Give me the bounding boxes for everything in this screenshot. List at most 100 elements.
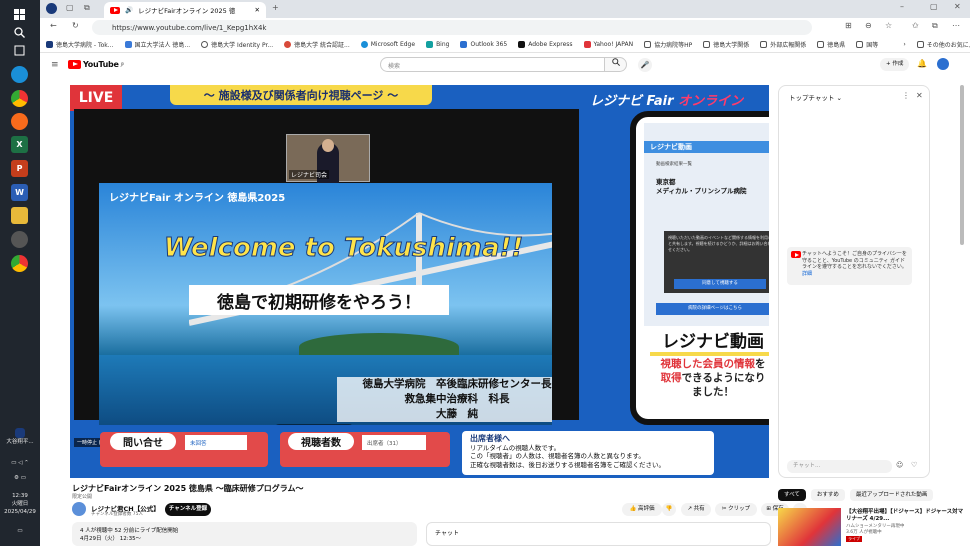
share-button[interactable]: ↗ 共有 (681, 503, 711, 516)
chat-mode-dropdown[interactable]: トップチャット ⌄ (789, 92, 842, 102)
tab-youtube[interactable]: 🔊 レジナビFairオンライン 2025 徳 ✕ (104, 2, 266, 18)
browser-window: ▢ ⧉ 🔊 レジナビFairオンライン 2025 徳 ✕ + – ▢ ✕ ← ↻… (40, 0, 970, 546)
video-thumbnail[interactable] (778, 508, 841, 546)
back-icon[interactable]: ← (50, 21, 57, 30)
taskbar-user-label[interactable]: 大谷翔平... (0, 438, 40, 446)
bookmark-item[interactable]: 徳島大学病院 - Tok... (46, 40, 114, 49)
edge-icon (360, 41, 368, 48)
minimize-icon[interactable]: – (900, 2, 904, 11)
mlb-icon[interactable] (15, 428, 25, 438)
chat-input[interactable]: チャット... (787, 460, 892, 473)
description-box[interactable]: 4 人が視聴中 52 分前にライブ配信開始 4月29日（火） 12:35〜 (72, 522, 417, 546)
channel-row: レジナビ君CH【公式】 チャンネル登録者数 75人 チャンネル登録 👍 高評価 … (72, 502, 807, 518)
word-icon[interactable]: W (11, 184, 28, 201)
url-field[interactable]: https://www.youtube.com/live/1_Kepg1hX4k (92, 20, 812, 35)
microphone-icon[interactable]: 🎤 (638, 58, 652, 72)
bookmark-item[interactable]: Adobe Express (518, 41, 573, 48)
phone-header: レジナビ動画 (644, 141, 769, 153)
new-tab-icon[interactable]: + (272, 3, 279, 12)
task-view-icon[interactable] (11, 42, 28, 59)
heart-icon[interactable]: ♡ (911, 461, 917, 469)
notifications-bell-icon[interactable]: 🔔 (917, 59, 927, 68)
apps-icon[interactable]: ⊞ (845, 21, 852, 30)
bookmark-item[interactable]: Yahoo! JAPAN (583, 41, 633, 48)
chrome-icon[interactable] (11, 90, 28, 107)
live-badge: LIVE (70, 85, 122, 111)
user-avatar[interactable] (937, 58, 949, 70)
tray-icons-2[interactable]: ⚙ ▭ (0, 474, 40, 482)
clock-date: 2025/04/29 (4, 509, 36, 515)
search-icon[interactable] (11, 24, 28, 41)
speaker-icon[interactable]: 🔊 (125, 6, 133, 14)
favorites-icon[interactable]: ✩ (912, 21, 919, 30)
bookmarks-overflow-icon[interactable]: › (903, 41, 905, 48)
bookmark-item[interactable]: Outlook 365 (460, 41, 507, 48)
bookmark-icon (284, 41, 292, 48)
close-window-icon[interactable]: ✕ (954, 2, 961, 11)
firefox-icon[interactable] (11, 113, 28, 130)
bookmark-item[interactable]: 国立大学法人 徳島... (124, 40, 190, 49)
presenter-face (322, 139, 334, 152)
like-button[interactable]: 👍 高評価 (622, 503, 662, 516)
bookmark-folder[interactable]: 徳島県 (817, 40, 845, 49)
chat-replay-panel: チャット (426, 522, 771, 546)
chip-all[interactable]: すべて (778, 489, 806, 501)
subscribe-button[interactable]: チャンネル登録 (165, 503, 211, 516)
viewers-label: 視聴者数 (288, 433, 354, 450)
file-explorer-icon[interactable] (11, 207, 28, 224)
bookmark-icon (46, 41, 53, 48)
visibility-tag: 限定公開 (72, 494, 93, 500)
phone-mockup: レジナビ動画 動画検索結果一覧 東京都 メディカル・プリンシプル病院 視聴いただ… (630, 111, 769, 425)
bookmark-folder[interactable]: 外部広報関係 (760, 40, 806, 49)
search-button[interactable] (605, 57, 627, 72)
inquiry-label: 問い合せ (110, 433, 176, 450)
phone-video-title: レジナビ動画 (646, 327, 769, 356)
page-scrollbar[interactable] (959, 85, 965, 465)
bookmark-folder[interactable]: 徳島大学関係 (703, 40, 749, 49)
zoom-icon[interactable]: ⊖ (865, 21, 872, 30)
bookmark-item[interactable]: 徳島大学 統合認証... (284, 40, 350, 49)
youtube-logo[interactable]: YouTube JP (68, 60, 124, 69)
create-button[interactable]: + 作成 (880, 58, 910, 71)
maximize-icon[interactable]: ▢ (930, 2, 938, 11)
clock-time[interactable]: 12:39 (0, 492, 40, 500)
chat-notice-more-link[interactable]: 詳細 (802, 271, 908, 278)
refresh-icon[interactable]: ↻ (72, 21, 79, 30)
excel-icon[interactable]: X (11, 136, 28, 153)
phone-hospital: 東京都 メディカル・プリンシプル病院 (656, 178, 747, 195)
clip-button[interactable]: ✂ クリップ (715, 503, 757, 516)
search-input[interactable]: 検索 (380, 57, 605, 72)
bookmark-item[interactable]: Microsoft Edge (360, 41, 415, 48)
chrome-profile-icon[interactable] (11, 255, 28, 272)
menu-icon[interactable]: ⋯ (952, 21, 960, 30)
profile-icon[interactable] (46, 3, 57, 14)
workspaces-icon[interactable]: ⧉ (84, 3, 90, 13)
recommended-video[interactable]: 【大谷翔平出場】【ドジャース】ドジャース対マリナーズ 4/29... ハムショー… (778, 508, 968, 546)
chip-recommended[interactable]: おすすめ (810, 489, 845, 501)
tab-actions-icon[interactable]: ▢ (66, 3, 74, 12)
recommended-video-title[interactable]: 【大谷翔平出場】【ドジャース】ドジャース対マリナーズ 4/29... (846, 509, 966, 523)
close-tab-icon[interactable]: ✕ (255, 6, 260, 14)
windows-start-icon[interactable] (11, 6, 28, 23)
video-player[interactable]: LIVE ～ 施設様及び関係者向け視聴ページ ～ レジナビ Fair オンライン… (70, 85, 769, 478)
bookmark-item[interactable]: Bing (426, 41, 449, 48)
tray-icons[interactable]: ▭ ◁ ⌃ (0, 459, 40, 467)
chip-recent[interactable]: 最近アップロードされた動画 (849, 489, 934, 501)
bookmark-item[interactable]: 徳島大学 Identity Pr... (201, 40, 273, 49)
favorite-star-icon[interactable]: ☆ (885, 21, 892, 30)
scrollbar-thumb[interactable] (960, 85, 964, 245)
bookmark-folder[interactable]: 協力病院等HP (644, 40, 692, 49)
bookmark-folder[interactable]: 国等 (856, 40, 878, 49)
powerpoint-icon[interactable]: P (11, 160, 28, 177)
chat-close-icon[interactable]: ✕ (916, 91, 923, 100)
app-icon[interactable] (11, 231, 28, 248)
notification-icon[interactable]: ▭ (0, 527, 40, 535)
emoji-icon[interactable]: ☺ (896, 461, 903, 469)
channel-avatar[interactable] (72, 502, 86, 516)
dislike-button[interactable]: 👎 (662, 503, 676, 516)
hamburger-menu-icon[interactable]: ≡ (51, 60, 59, 70)
chat-menu-icon[interactable]: ⋮ (902, 91, 910, 100)
edge-browser-icon[interactable] (11, 66, 28, 83)
collections-icon[interactable]: ⧉ (932, 21, 938, 31)
other-bookmarks[interactable]: その他のお気に入り (916, 40, 970, 49)
